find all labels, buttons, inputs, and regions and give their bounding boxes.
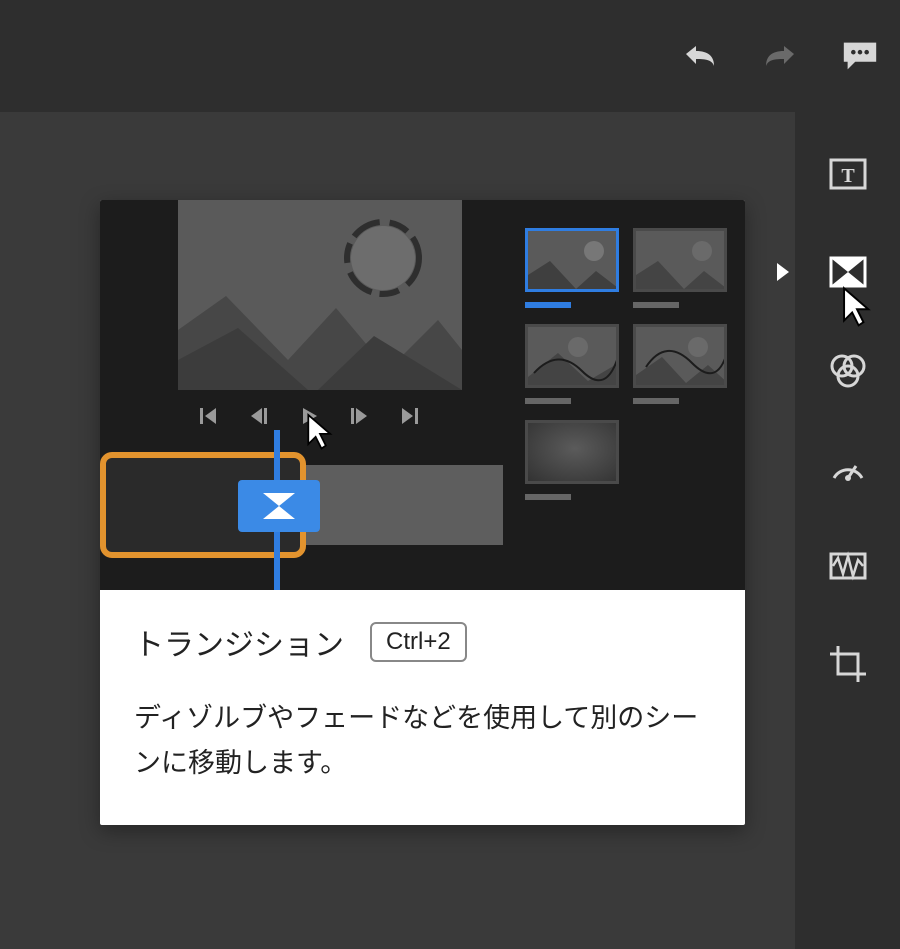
audio-tool-icon <box>828 546 868 586</box>
tooltip-illustration <box>100 200 745 590</box>
preset-underline <box>525 494 571 500</box>
preset-thumb-icon <box>525 228 619 292</box>
preview-art-icon <box>178 200 462 390</box>
preset-underline <box>633 398 679 404</box>
step-back-button[interactable] <box>245 402 273 430</box>
step-back-icon <box>248 405 270 427</box>
color-tool-button[interactable] <box>795 348 900 392</box>
preset-underline <box>525 302 571 308</box>
undo-button[interactable] <box>680 36 720 76</box>
transitions-tool-icon <box>828 252 868 292</box>
go-end-icon <box>398 405 420 427</box>
preset-grid <box>503 200 745 590</box>
transition-handle-icon <box>261 491 297 521</box>
transport-controls <box>195 402 423 430</box>
step-forward-button[interactable] <box>345 402 373 430</box>
transitions-tool-button[interactable] <box>795 250 900 294</box>
preset-item[interactable] <box>525 324 619 388</box>
color-tool-icon <box>828 350 868 390</box>
audio-tool-button[interactable] <box>795 544 900 588</box>
undo-icon <box>680 40 720 72</box>
preset-thumb-icon <box>633 324 727 388</box>
tooltip-body: トランジション Ctrl+2 ディゾルブやフェードなどを使用して別のシーンに移動… <box>100 590 745 825</box>
play-icon <box>298 405 320 427</box>
redo-button[interactable] <box>760 36 800 76</box>
titles-tool-icon: T <box>828 154 868 194</box>
preset-underline <box>633 302 679 308</box>
comment-icon <box>840 38 880 74</box>
preset-thumb-icon <box>525 420 619 484</box>
tooltip-shortcut: Ctrl+2 <box>370 622 467 662</box>
top-toolbar <box>0 0 900 112</box>
preset-item[interactable] <box>525 228 619 292</box>
preview-thumbnail <box>178 200 462 390</box>
transition-handle[interactable] <box>238 480 320 532</box>
comment-button[interactable] <box>840 36 880 76</box>
crop-tool-icon <box>828 644 868 684</box>
preset-item[interactable] <box>633 228 727 292</box>
right-side-toolbar: T <box>795 112 900 949</box>
tooltip-description: ディゾルブやフェードなどを使用して別のシーンに移動します。 <box>134 696 711 785</box>
step-forward-icon <box>348 405 370 427</box>
speed-tool-icon <box>828 448 868 488</box>
crop-tool-button[interactable] <box>795 642 900 686</box>
titles-tool-button[interactable]: T <box>795 152 900 196</box>
preset-thumb-icon <box>525 324 619 388</box>
tooltip-header: トランジション Ctrl+2 <box>134 620 711 664</box>
play-button[interactable] <box>295 402 323 430</box>
tooltip-title: トランジション <box>134 620 344 664</box>
go-start-button[interactable] <box>195 402 223 430</box>
redo-icon <box>760 40 800 72</box>
tooltip-illustration-left <box>100 200 503 590</box>
preset-item[interactable] <box>525 420 619 484</box>
speed-tool-button[interactable] <box>795 446 900 490</box>
preset-underline <box>525 398 571 404</box>
svg-text:T: T <box>841 165 855 187</box>
preset-item[interactable] <box>633 324 727 388</box>
go-end-button[interactable] <box>395 402 423 430</box>
preset-thumb-icon <box>633 228 727 292</box>
go-start-icon <box>198 405 220 427</box>
active-tool-indicator-icon <box>777 263 789 281</box>
tool-tooltip: トランジション Ctrl+2 ディゾルブやフェードなどを使用して別のシーンに移動… <box>100 200 745 825</box>
